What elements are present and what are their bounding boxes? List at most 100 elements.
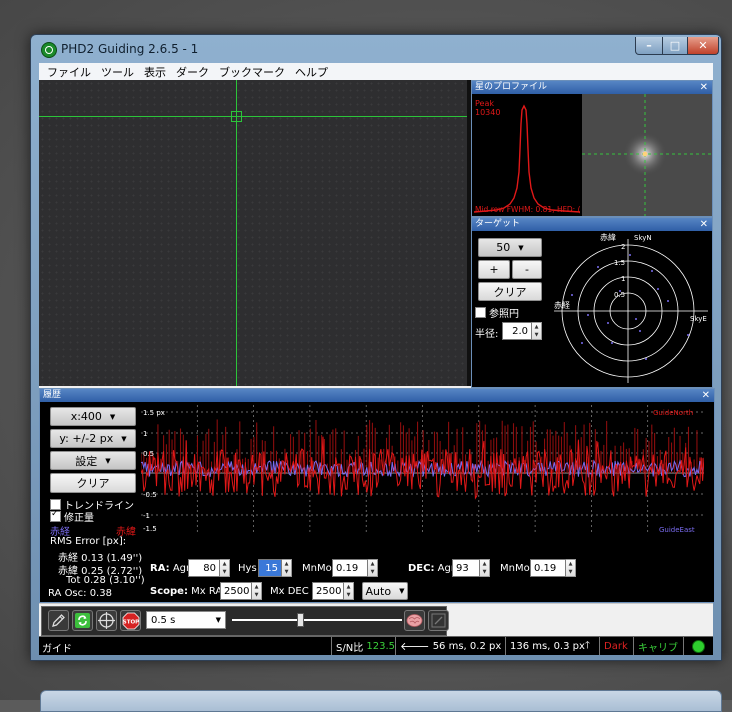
history-titlebar[interactable]: 履歴 ✕ [40,389,714,402]
target-clear-button[interactable]: クリア [478,282,542,301]
gamma-slider[interactable] [232,612,402,628]
hys-spinner[interactable]: 15 ▲ ▼ [258,559,292,577]
gear-manager-button[interactable] [48,610,69,631]
chevron-down-icon: ▼ [109,412,116,421]
crosshair-horizontal [39,116,467,117]
spin-arrows-icon[interactable]: ▲ ▼ [566,559,576,577]
corrections-label: 修正量 [64,513,94,524]
menu-file[interactable]: ファイル [47,64,91,80]
background-window-titlebar[interactable] [40,690,722,712]
y-tick-0-5: 0.5 [143,450,154,458]
history-y-scale-select[interactable]: y: +/-2 px ▼ [50,429,136,448]
gamma-slider-thumb[interactable] [297,613,304,627]
star-profile-chart: Peak 10340 Mid row FWHM: 0.81, HFD: ( [472,94,582,216]
ring-label-1-5: 1.5 [614,259,625,267]
history-clear-button[interactable]: クリア [50,473,136,493]
maximize-button[interactable]: □ [662,37,688,55]
ref-circle-checkbox[interactable]: 参照円 [475,305,519,320]
star-profile-close-icon[interactable]: ✕ [700,81,708,94]
target-title: ターゲット [475,219,521,229]
history-settings-button[interactable]: 設定 ▼ [50,451,136,470]
mx-dec-value[interactable]: 2500 [312,582,344,600]
snr-value: 123.5 [366,640,396,652]
peak-label: Peak [475,99,494,108]
radius-value[interactable]: 2.0 [502,322,532,340]
target-close-icon[interactable]: ✕ [700,218,708,231]
menu-view[interactable]: 表示 [144,64,166,80]
stop-sign-icon: STOP [122,612,139,629]
dec-mode-select[interactable]: Auto ▼ [362,582,408,600]
dec-mnmo-spinner[interactable]: 0.19 ▲ ▼ [530,559,576,577]
ring-label-2: 2 [621,243,625,251]
brain-button[interactable] [404,610,425,631]
spin-arrows-icon[interactable]: ▲ ▼ [220,559,230,577]
corrections-box [50,509,61,522]
mx-ra-value[interactable]: 2500 [220,582,252,600]
target-panel: ターゲット ✕ 50 ▼ + - クリア 参照円 半径: 2.0 ▲ ▼ 2 1… [471,217,713,388]
stop-button[interactable]: STOP [120,610,141,631]
spin-arrows-icon[interactable]: ▲ ▼ [532,322,542,340]
radius-spinner[interactable]: 2.0 ▲ ▼ [502,322,542,340]
spin-arrows-icon[interactable]: ▲ ▼ [282,559,292,577]
minimize-button[interactable]: – [635,37,663,55]
star-profile-titlebar[interactable]: 星のプロファイル ✕ [472,81,712,94]
loop-icon [75,613,90,628]
x-scale-value: x:400 [70,410,102,423]
target-zoom-value: 50 [496,241,511,254]
camera-image-view[interactable] [39,80,467,386]
guide-east-label: GuideEast [659,526,695,534]
menu-bookmarks[interactable]: ブックマーク [219,64,285,80]
dec-params-label: DEC: Agr [408,563,455,574]
ra-agr-spinner[interactable]: 80 ▲ ▼ [188,559,230,577]
ra-pulse-value: 56 ms, 0.2 px [432,640,502,652]
settings-label: 設定 [75,454,98,468]
star-profile-panel: 星のプロファイル ✕ Peak 10340 Mid row FWHM: 0.81… [471,80,713,217]
ra-mnmo-value[interactable]: 0.19 [332,559,368,577]
status-dec-pulse: 136 ms, 0.3 px 🡑 [505,637,595,655]
chevron-down-icon: ▼ [399,587,405,595]
dec-agr-spinner[interactable]: 93 ▲ ▼ [452,559,490,577]
target-zoom-in-button[interactable]: + [478,260,510,279]
loop-button[interactable] [72,610,93,631]
crosshair-vertical [236,80,237,386]
close-button[interactable]: ✕ [687,37,719,55]
spin-arrows-icon[interactable]: ▲ ▼ [480,559,490,577]
exposure-select[interactable]: 0.5 s ▼ [146,611,226,629]
dec-mnmo-label: MnMo [500,563,530,574]
spin-arrows-icon[interactable]: ▲ ▼ [368,559,378,577]
dec-mnmo-value[interactable]: 0.19 [530,559,566,577]
ra-label: RA: [150,563,170,574]
target-zoom-out-button[interactable]: - [512,260,542,279]
menu-tools[interactable]: ツール [101,64,134,80]
phd2-main-window: PHD2 Guiding 2.6.5 - 1 – □ ✕ ファイル ツール 表示… [30,34,722,661]
menu-darks[interactable]: ダーク [176,64,209,80]
target-titlebar[interactable]: ターゲット ✕ [472,218,712,231]
history-panel: 履歴 ✕ x:400 ▼ y: +/-2 px ▼ 設定 ▼ クリア トレンドライン … [39,388,715,603]
spin-arrows-icon[interactable]: ▲ ▼ [252,582,262,600]
rms-total: Tot 0.28 (3.10'') [66,575,145,586]
target-zoom-select[interactable]: 50 ▼ [478,238,542,257]
spin-arrows-icon[interactable]: ▲ ▼ [344,582,354,600]
mx-ra-spinner[interactable]: 2500 ▲ ▼ [220,582,262,600]
guide-button[interactable] [96,610,117,631]
history-title: 履歴 [43,390,62,400]
ra-agr-value[interactable]: 80 [188,559,220,577]
hys-value[interactable]: 15 [258,559,282,577]
y-scale-value: y: +/-2 px [59,432,114,445]
dec-label: DEC: [408,563,435,574]
star-profile-title: 星のプロファイル [475,82,548,92]
history-x-scale-select[interactable]: x:400 ▼ [50,407,136,426]
status-dark: Dark [599,637,633,655]
ra-mnmo-spinner[interactable]: 0.19 ▲ ▼ [332,559,378,577]
dec-agr-value[interactable]: 93 [452,559,480,577]
history-close-icon[interactable]: ✕ [702,389,710,402]
settings-disabled-button[interactable] [428,610,449,631]
star-centroid [642,151,648,157]
mx-dec-spinner[interactable]: 2500 ▲ ▼ [312,582,354,600]
menu-help[interactable]: ヘルプ [295,64,328,80]
corrections-checkbox[interactable]: 修正量 [50,509,94,524]
target-sky-n: SkyN [634,234,652,242]
profile-footer: Mid row FWHM: 0.81, HFD: ( [475,205,581,214]
chevron-down-icon: ▼ [518,243,524,252]
title-bar[interactable]: PHD2 Guiding 2.6.5 - 1 – □ ✕ [31,35,721,63]
